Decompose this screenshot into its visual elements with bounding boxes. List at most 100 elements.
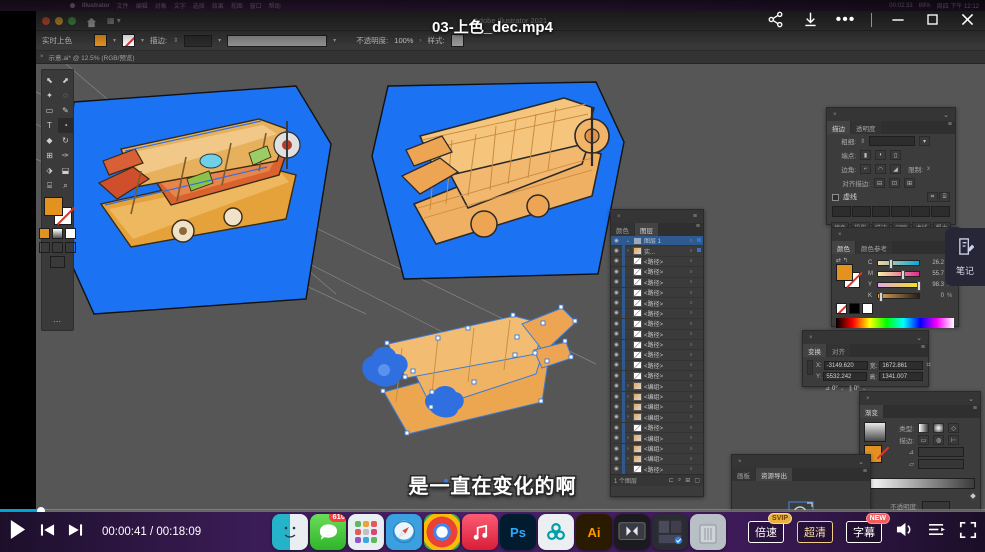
visibility-toggle-icon[interactable]: ◉ (611, 290, 622, 296)
transform-input[interactable]: 1341.007 (879, 372, 923, 382)
layer-row[interactable]: ◉›<编组>○ (611, 454, 703, 464)
macos-status-0[interactable]: 00:02:33 (889, 3, 912, 9)
home-icon[interactable] (86, 15, 97, 26)
expand-toggle-icon[interactable]: › (625, 456, 631, 462)
layers-tab-0[interactable]: 颜色 (611, 223, 634, 236)
dock-item-music[interactable] (462, 514, 498, 550)
target-circle-icon[interactable]: ○ (687, 342, 695, 348)
layers-panel-close-icon[interactable]: × (614, 214, 624, 220)
fill-stroke-indicator[interactable] (44, 197, 72, 225)
layer-name[interactable]: <路径> (644, 257, 687, 266)
macos-dock[interactable]: 610 Ps Ai (272, 512, 726, 552)
screen-mode-row[interactable] (50, 256, 65, 268)
target-circle-icon[interactable]: ○ (687, 373, 695, 379)
direct-selection-tool-icon[interactable]: ⬈ (58, 73, 73, 88)
layer-row[interactable]: ◉ <路径>○ (611, 423, 703, 433)
subtitle-button[interactable]: 字幕 NEW (846, 521, 882, 543)
layer-row[interactable]: ◉<路径>○ (611, 257, 703, 267)
fill-chevron-icon[interactable]: ▾ (113, 37, 116, 44)
layer-list[interactable]: ◉⌄图层 1○◉›实...○◉<路径>○◉<路径>○◉<路径>○◉<路径>○◉<… (611, 236, 703, 474)
cmyk-sliders[interactable]: C26.2%M55.7%Y98.3%K0% (868, 257, 954, 301)
stroke-gradient-within-icon[interactable]: ▭ (918, 435, 929, 445)
angle-value[interactable]: 0° (832, 386, 838, 392)
link-proportions-icon[interactable]: ⌗ (926, 360, 931, 370)
shape-builder-tool-icon[interactable]: ⬓ (58, 163, 73, 178)
dash-preserve-exact-icon[interactable]: ⌗ (927, 192, 938, 202)
color-swap-icons[interactable]: ⇄ ↰ (836, 257, 864, 264)
stroke-tab-0[interactable]: 描边 (827, 121, 850, 134)
layer-row[interactable]: ◉<路径>○ (611, 298, 703, 308)
gradient-tool-icon[interactable]: ◆ (42, 133, 57, 148)
layer-name[interactable]: <路径> (644, 423, 687, 432)
transform-panel[interactable]: × ⌄ 变换对齐≡ X:-3149.620宽:1672.861Y:5532.24… (802, 330, 929, 387)
stroke-corner-row[interactable]: 边角: ⌐ ◠ ◢ 限制: x (827, 162, 955, 176)
butt-cap-icon[interactable]: ▮ (860, 150, 871, 160)
target-circle-icon[interactable]: ○ (687, 394, 695, 400)
layer-row[interactable]: ◉<路径>○ (611, 350, 703, 360)
layer-name[interactable]: <路径> (644, 350, 687, 359)
macos-menu-8[interactable]: 窗口 (250, 1, 262, 10)
gradient-mode-swatch[interactable] (52, 228, 63, 239)
zoom-tool-icon[interactable]: ⌕ (58, 178, 73, 193)
stroke-weight-dropdown-icon[interactable]: ▾ (218, 37, 221, 44)
bevel-join-icon[interactable]: ◢ (890, 164, 901, 174)
target-circle-icon[interactable]: ○ (687, 248, 695, 254)
player-top-controls[interactable]: ••• (766, 10, 977, 29)
color-spectrum-bar[interactable] (836, 318, 954, 328)
visibility-toggle-icon[interactable]: ◉ (611, 342, 622, 348)
gradient-panel-close-icon[interactable]: × (863, 396, 873, 402)
close-icon[interactable] (958, 10, 977, 29)
layer-name[interactable]: <路径> (644, 288, 687, 297)
apple-menu-icon[interactable] (70, 3, 75, 8)
color-tab-1[interactable]: 颜色参考 (856, 241, 892, 254)
macos-status-2[interactable]: 周四 下午 12:12 (937, 1, 979, 10)
layer-name[interactable]: <路径> (644, 330, 687, 339)
visibility-toggle-icon[interactable]: ◉ (611, 383, 622, 389)
layer-name[interactable]: <编组> (644, 454, 687, 463)
minimize-icon[interactable] (888, 10, 907, 29)
stroke-profile-dropdown[interactable] (227, 35, 327, 47)
target-circle-icon[interactable]: ○ (687, 258, 695, 264)
color-fill-stroke-indicator[interactable] (836, 264, 860, 288)
color-tab-0[interactable]: 颜色 (832, 241, 855, 254)
gradient-preview-swatch[interactable] (864, 422, 886, 442)
dock-item-messages[interactable]: 610 (310, 514, 346, 550)
align-center-stroke-icon[interactable]: ⊟ (874, 178, 885, 188)
layer-row[interactable]: ◉<路径>○ (611, 330, 703, 340)
round-cap-icon[interactable]: ◗ (875, 150, 886, 160)
gradient-stroke-row[interactable]: 描边: ▭ ◍ ⊢ (890, 434, 976, 446)
visibility-toggle-icon[interactable]: ◉ (611, 425, 622, 431)
target-circle-icon[interactable]: ○ (687, 446, 695, 452)
canvas-area[interactable]: ⬉⬈✦◌▭✎T◔◆↻⊞✑⬗⬓⌸⌕ ⋯ (36, 64, 985, 510)
volume-icon[interactable] (895, 521, 914, 543)
target-circle-icon[interactable]: ○ (687, 310, 695, 316)
layer-row[interactable]: ◉<路径>○ (611, 267, 703, 277)
layer-row[interactable]: ◉<路径>○ (611, 288, 703, 298)
layer-row[interactable]: ◉<路径>○ (611, 319, 703, 329)
projecting-cap-icon[interactable]: ▯ (890, 150, 901, 160)
visibility-toggle-icon[interactable]: ◉ (611, 362, 622, 368)
target-circle-icon[interactable]: ○ (687, 425, 695, 431)
minimize-button[interactable] (55, 17, 63, 25)
transform-fields[interactable]: X:-3149.620宽:1672.861Y:5532.242高:1341.00… (816, 360, 923, 382)
transform-input[interactable]: -3149.620 (824, 361, 868, 371)
stroke-chevron-icon[interactable]: ▾ (141, 37, 144, 44)
color-panel[interactable]: × ⌄ 颜色颜色参考≡ ⇄ ↰ C26.2%M55.7%Y98.3%K0% (831, 227, 959, 327)
expand-toggle-icon[interactable]: › (625, 414, 631, 420)
slider-knob-C[interactable] (889, 259, 893, 269)
cmyk-slider-K[interactable]: K0% (868, 290, 954, 301)
transform-tab-1[interactable]: 对齐 (827, 344, 850, 357)
opacity-value[interactable]: 100% (394, 36, 413, 45)
layer-row[interactable]: ◉›<编组>○ (611, 381, 703, 391)
transform-input[interactable]: 1672.861 (879, 361, 923, 371)
maximize-icon[interactable] (923, 10, 942, 29)
expand-toggle-icon[interactable]: › (625, 446, 631, 452)
dock-item-creative-cloud[interactable] (538, 514, 574, 550)
zoom-button[interactable] (68, 17, 76, 25)
angle-dropdown-icon[interactable]: ⌄ (840, 385, 845, 392)
rectangle-tool-icon[interactable]: ▭ (42, 103, 57, 118)
grid-icon[interactable]: ▦ ▾ (107, 16, 121, 25)
layer-name[interactable]: <编组> (644, 392, 687, 401)
visibility-toggle-icon[interactable]: ◉ (611, 269, 622, 275)
layer-name[interactable]: <路径> (644, 340, 687, 349)
